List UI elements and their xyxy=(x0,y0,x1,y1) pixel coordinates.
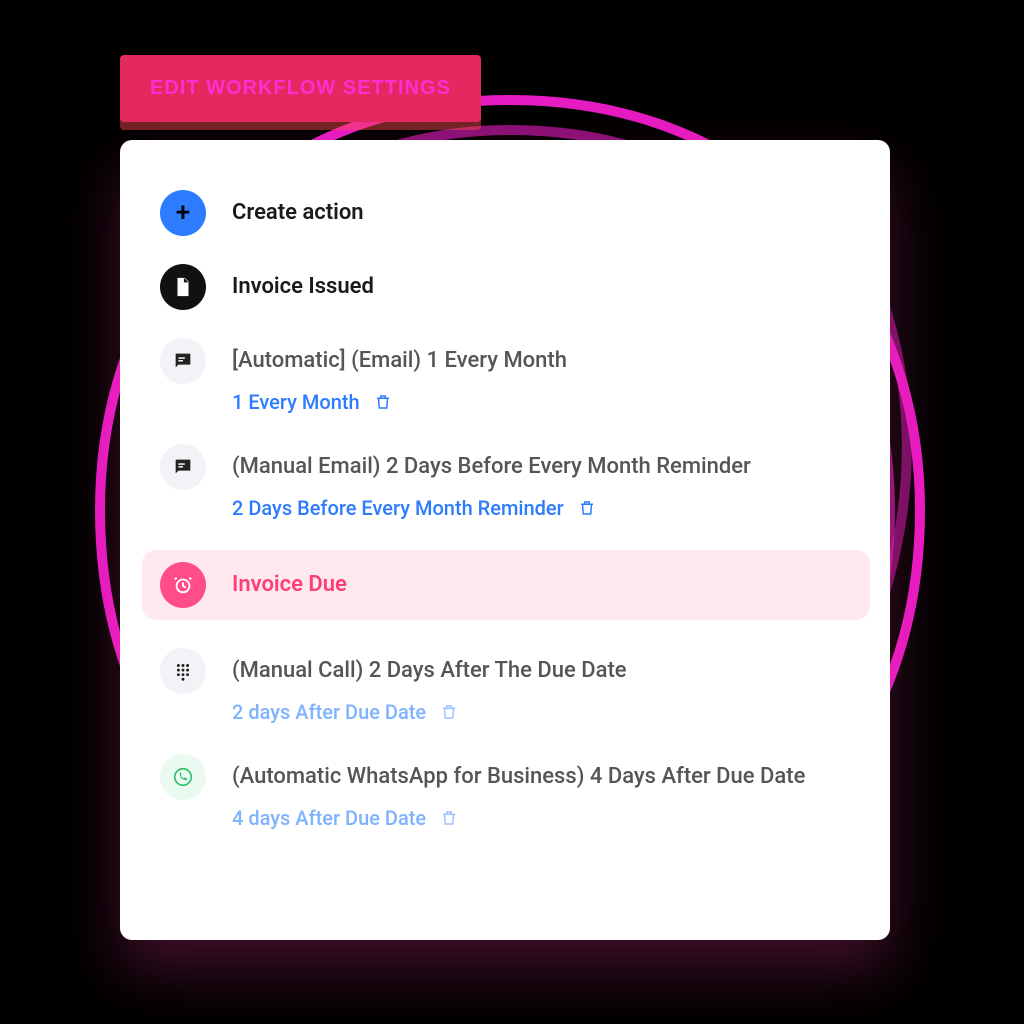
action-schedule-link[interactable]: 2 Days Before Every Month Reminder xyxy=(232,496,564,520)
action-title: (Manual Email) 2 Days Before Every Month… xyxy=(232,444,860,490)
action-title: [Automatic] (Email) 1 Every Month xyxy=(232,338,860,384)
action-row[interactable]: [Automatic] (Email) 1 Every Month 1 Ever… xyxy=(160,338,860,414)
dialpad-icon xyxy=(160,648,206,694)
invoice-issued-label: Invoice Issued xyxy=(232,264,860,310)
action-schedule-link[interactable]: 2 days After Due Date xyxy=(232,700,426,724)
trash-icon[interactable] xyxy=(578,499,596,517)
action-row[interactable]: (Manual Call) 2 Days After The Due Date … xyxy=(160,648,860,724)
invoice-issued-row[interactable]: Invoice Issued xyxy=(160,264,860,310)
action-schedule-link[interactable]: 1 Every Month xyxy=(232,390,360,414)
alarm-icon xyxy=(160,562,206,608)
edit-workflow-settings-label: EDIT WORKFLOW SETTINGS xyxy=(150,77,451,99)
document-icon xyxy=(160,264,206,310)
trash-icon[interactable] xyxy=(374,393,392,411)
chat-icon xyxy=(160,444,206,490)
invoice-due-label: Invoice Due xyxy=(232,562,860,608)
create-action-row[interactable]: + Create action xyxy=(160,190,860,236)
whatsapp-icon xyxy=(160,754,206,800)
trash-icon[interactable] xyxy=(440,809,458,827)
invoice-due-row[interactable]: Invoice Due xyxy=(142,550,870,620)
edit-workflow-settings-button[interactable]: EDIT WORKFLOW SETTINGS xyxy=(120,55,481,122)
trash-icon[interactable] xyxy=(440,703,458,721)
create-action-label: Create action xyxy=(232,190,860,236)
action-title: (Manual Call) 2 Days After The Due Date xyxy=(232,648,860,694)
action-schedule-link[interactable]: 4 days After Due Date xyxy=(232,806,426,830)
action-row[interactable]: (Manual Email) 2 Days Before Every Month… xyxy=(160,444,860,520)
action-title: (Automatic WhatsApp for Business) 4 Days… xyxy=(232,754,860,800)
action-row[interactable]: (Automatic WhatsApp for Business) 4 Days… xyxy=(160,754,860,830)
workflow-actions-card: + Create action Invoice Issued [Automati… xyxy=(120,140,890,940)
plus-icon: + xyxy=(160,190,206,236)
chat-icon xyxy=(160,338,206,384)
